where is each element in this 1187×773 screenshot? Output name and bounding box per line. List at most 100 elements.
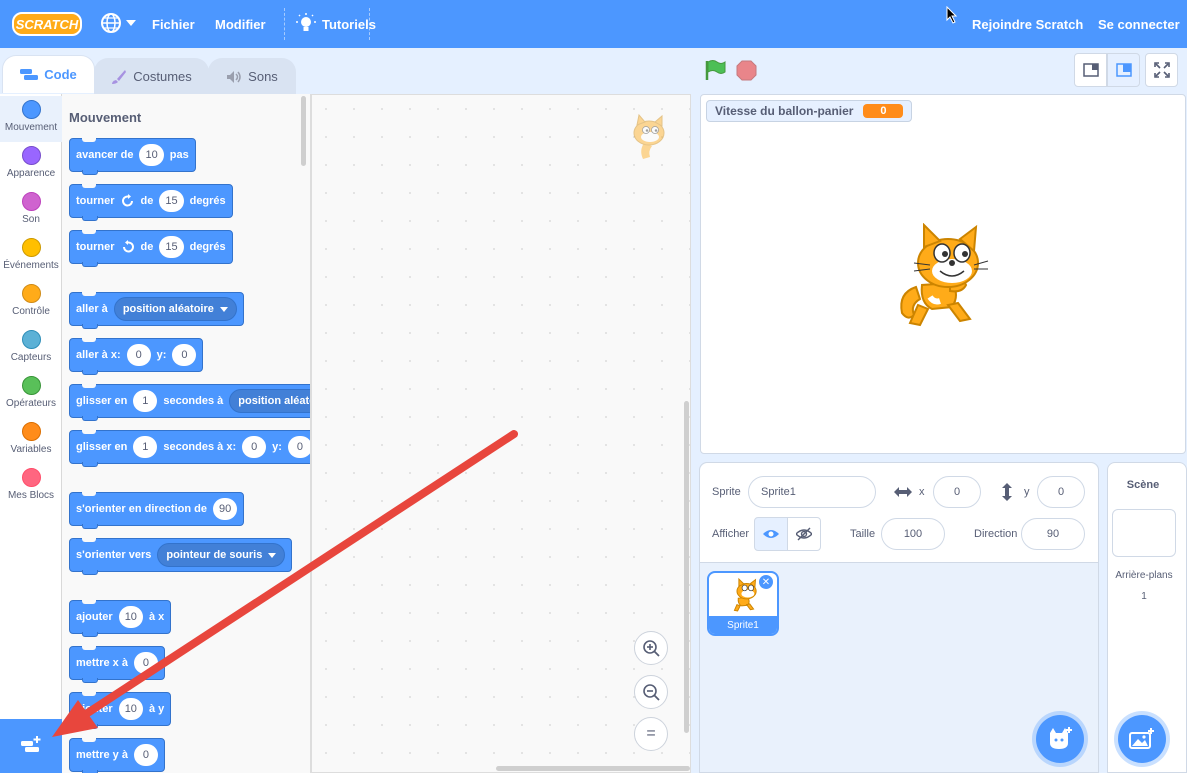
block-text: tourner <box>76 195 115 207</box>
block-number-input[interactable]: 15 <box>159 190 184 212</box>
block-number-input[interactable]: 1 <box>133 436 158 458</box>
hide-sprite-button[interactable] <box>787 517 821 551</box>
block-turn-right[interactable]: tourner de 15 degrés <box>69 184 233 221</box>
join-scratch-link[interactable]: Rejoindre Scratch <box>972 17 1083 32</box>
scratch-logo[interactable]: SCRATCH <box>12 11 82 37</box>
block-number-input[interactable]: 0 <box>242 436 267 458</box>
tutorials-menu[interactable]: Tutoriels <box>296 13 376 35</box>
script-workspace[interactable]: = <box>311 94 691 773</box>
block-text: y: <box>272 441 282 453</box>
eye-icon <box>763 530 779 538</box>
fullscreen-button[interactable] <box>1145 53 1178 87</box>
zoom-in-button[interactable] <box>634 631 668 665</box>
category-variables[interactable]: Variables <box>0 418 62 464</box>
block-text: ajouter <box>76 703 113 715</box>
block-dropdown[interactable]: position aléatoire <box>113 297 237 321</box>
language-menu[interactable] <box>100 12 136 34</box>
block-move-steps[interactable]: avancer de 10 pas <box>69 138 196 175</box>
block-text: mettre y à <box>76 749 128 761</box>
category-label: Opérateurs <box>5 398 57 409</box>
category-events[interactable]: Événements <box>0 234 62 280</box>
caret-down-icon <box>268 552 277 558</box>
y-label: y <box>1024 486 1030 498</box>
file-menu[interactable]: Fichier <box>152 17 195 32</box>
category-sensing[interactable]: Capteurs <box>0 326 62 372</box>
normal-stage-button[interactable] <box>1107 53 1140 87</box>
block-text: y: <box>156 349 167 361</box>
edit-menu[interactable]: Modifier <box>215 17 266 32</box>
zoom-reset-button[interactable]: = <box>634 717 668 751</box>
block-goto-xy[interactable]: aller à x: 0 y: 0 <box>69 338 204 375</box>
category-label: Variables <box>10 444 52 455</box>
category-motion[interactable]: Mouvement <box>0 96 62 142</box>
block-number-input[interactable]: 90 <box>212 498 238 520</box>
stop-button[interactable] <box>736 60 757 81</box>
code-blocks-icon <box>20 68 39 80</box>
category-operators[interactable]: Opérateurs <box>0 372 62 418</box>
tab-code[interactable]: Code <box>2 55 95 93</box>
delete-sprite-button[interactable]: ✕ <box>758 574 774 590</box>
workspace-horizontal-scrollbar[interactable] <box>496 766 690 771</box>
block-number-input[interactable]: 0 <box>287 436 310 458</box>
workspace-vertical-scrollbar[interactable] <box>684 401 689 733</box>
block-glide-xy[interactable]: glisser en 1 secondes à x: 0 y: 0 <box>69 430 310 467</box>
block-text: aller à <box>76 303 108 315</box>
palette-section-title: Mouvement <box>69 110 142 125</box>
block-point-direction[interactable]: s'orienter en direction de 90 <box>69 492 245 529</box>
block-dropdown[interactable]: position aléatoire <box>229 389 310 413</box>
block-number-input[interactable]: 0 <box>133 652 158 674</box>
block-number-input[interactable]: 10 <box>118 606 143 628</box>
block-dropdown[interactable]: pointeur de souris <box>157 543 286 567</box>
green-flag-button[interactable] <box>704 59 726 81</box>
tutorials-label: Tutoriels <box>322 16 376 32</box>
category-looks[interactable]: Apparence <box>0 142 62 188</box>
category-dot-icon <box>21 330 41 349</box>
zoom-in-icon <box>643 640 660 657</box>
category-sound[interactable]: Son <box>0 188 62 234</box>
block-number-input[interactable]: 0 <box>133 744 158 766</box>
block-set-x[interactable]: mettre x à 0 <box>69 646 165 683</box>
fullscreen-icon <box>1153 62 1170 78</box>
block-change-y[interactable]: ajouter 10 à y <box>69 692 172 729</box>
block-change-x[interactable]: ajouter 10 à x <box>69 600 172 637</box>
tab-costumes[interactable]: Costumes <box>94 58 209 94</box>
category-dot-icon <box>21 100 41 119</box>
block-number-input[interactable]: 0 <box>172 344 197 366</box>
size-input[interactable]: 100 <box>881 518 945 550</box>
block-text: degrés <box>189 195 226 207</box>
block-number-input[interactable]: 15 <box>159 236 184 258</box>
choose-sprite-button[interactable] <box>1036 715 1084 763</box>
block-number-input[interactable]: 0 <box>126 344 151 366</box>
choose-backdrop-button[interactable] <box>1118 715 1166 763</box>
sign-in-link[interactable]: Se connecter <box>1098 17 1180 32</box>
y-position-input[interactable]: 0 <box>1037 476 1085 508</box>
backdrop-thumbnail[interactable] <box>1112 509 1176 557</box>
block-number-input[interactable]: 1 <box>133 390 158 412</box>
small-stage-button[interactable] <box>1074 53 1107 87</box>
block-glide-to[interactable]: glisser en 1 secondes à position aléatoi… <box>69 384 310 421</box>
sprite-thumbnail-icon <box>733 577 757 612</box>
block-goto[interactable]: aller à position aléatoire <box>69 292 244 329</box>
block-number-input[interactable]: 10 <box>139 144 164 166</box>
sprite-name-value: Sprite1 <box>761 486 796 498</box>
category-control[interactable]: Contrôle <box>0 280 62 326</box>
block-point-towards[interactable]: s'orienter vers pointeur de souris <box>69 538 293 575</box>
direction-input[interactable]: 90 <box>1021 518 1085 550</box>
x-position-input[interactable]: 0 <box>933 476 981 508</box>
vertical-arrows-icon <box>1002 483 1012 501</box>
sprite-watermark-icon <box>633 113 665 159</box>
tab-sounds[interactable]: Sons <box>208 58 296 94</box>
add-extension-button[interactable] <box>0 719 62 773</box>
category-my-blocks[interactable]: Mes Blocs <box>0 464 62 510</box>
stage-canvas[interactable]: Vitesse du ballon-panier 0 <box>700 94 1186 454</box>
palette-scrollbar[interactable] <box>301 96 306 166</box>
block-number-input[interactable]: 10 <box>118 698 143 720</box>
sprite-name-input[interactable]: Sprite1 <box>748 476 876 508</box>
cat-sprite[interactable] <box>890 223 990 327</box>
small-stage-icon <box>1082 63 1099 77</box>
block-set-y[interactable]: mettre y à 0 <box>69 738 165 773</box>
block-turn-left[interactable]: tourner de 15 degrés <box>69 230 233 267</box>
variable-monitor[interactable]: Vitesse du ballon-panier 0 <box>706 100 913 122</box>
show-sprite-button[interactable] <box>754 517 788 551</box>
zoom-out-button[interactable] <box>634 675 668 709</box>
